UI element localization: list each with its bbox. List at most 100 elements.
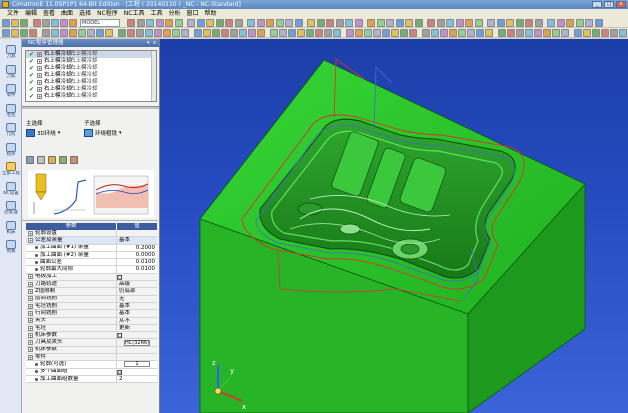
- parameter-value[interactable]: 高级: [116, 281, 157, 288]
- toolbar-button-icon[interactable]: [256, 19, 265, 27]
- toolbar-button-icon[interactable]: [165, 19, 173, 27]
- toolbar-button-icon[interactable]: [174, 19, 183, 27]
- parameter-row[interactable]: + 行间铣削 基本: [26, 310, 157, 318]
- parameter-row[interactable]: + 轮廓设置: [26, 230, 157, 238]
- expand-icon[interactable]: +: [28, 354, 33, 360]
- toolbar-button-icon[interactable]: [543, 29, 551, 37]
- toolbar-button-icon[interactable]: [575, 19, 584, 27]
- parameter-value[interactable]: 0.0100: [116, 259, 157, 266]
- expand-icon[interactable]: +: [28, 274, 33, 280]
- toolbar-button-icon[interactable]: [391, 29, 399, 37]
- toolbar-button-icon[interactable]: [230, 29, 238, 37]
- toolbar-button-icon[interactable]: [20, 29, 28, 37]
- toolbar-button-icon[interactable]: [583, 29, 591, 37]
- toolbar-button-icon[interactable]: [467, 29, 475, 37]
- strip-item-post[interactable]: 后处理: [2, 201, 20, 215]
- toolbar-button-icon[interactable]: [172, 29, 180, 37]
- toolbar-button-icon[interactable]: [105, 29, 113, 37]
- process-row[interactable]: ✔ + 右上模冷却 右上模冷却: [26, 93, 156, 100]
- toolbar-button-icon[interactable]: [20, 19, 28, 27]
- toolbar-button-icon[interactable]: [354, 19, 363, 27]
- checkbox[interactable]: ☑: [117, 369, 122, 375]
- toolbar-button-icon[interactable]: [507, 29, 515, 37]
- toolbar-button-icon[interactable]: [2, 19, 10, 27]
- process-row[interactable]: ✔ + 右上模冷却 右上模冷却: [26, 79, 156, 86]
- parameter-value[interactable]: ☐: [116, 332, 157, 339]
- strip-item-part[interactable]: 零件: [2, 84, 20, 98]
- toolbar-button-icon[interactable]: [498, 29, 506, 37]
- toolbar-button-icon[interactable]: [294, 19, 303, 27]
- toolbar-button-icon[interactable]: [51, 19, 59, 27]
- toolbar-button-icon[interactable]: [534, 29, 542, 37]
- strip-item-geometry[interactable]: 几何: [2, 123, 20, 137]
- toolbar-button-icon[interactable]: [386, 19, 394, 27]
- menu-item[interactable]: 文件: [4, 9, 22, 18]
- strip-item-nc-setup[interactable]: NC设置: [2, 181, 20, 196]
- parameter-row[interactable]: + 夹头 从不: [26, 317, 157, 325]
- strip-item-toolpath[interactable]: 刀轨: [2, 64, 20, 79]
- toolbar-button-icon[interactable]: [431, 29, 439, 37]
- toolbar-button-icon[interactable]: [400, 29, 408, 37]
- toolbar-button-icon[interactable]: [525, 19, 533, 27]
- value-field[interactable]: HC(32R6): [124, 339, 150, 346]
- toolbar-button-icon[interactable]: [257, 29, 265, 37]
- parameter-row[interactable]: 加工曲面组数量 2: [26, 375, 157, 384]
- toolbar-button-icon[interactable]: [525, 29, 533, 37]
- parameter-value[interactable]: 基本: [116, 302, 157, 310]
- toolbar-button-icon[interactable]: [355, 29, 363, 37]
- parameter-value[interactable]: 无: [116, 295, 157, 302]
- parameter-row[interactable]: 轮廓最大间隙 0.0100: [26, 266, 157, 274]
- folder-icon[interactable]: [48, 156, 56, 164]
- toolbar-button-icon[interactable]: [405, 19, 413, 27]
- toolbar-button-icon[interactable]: [127, 19, 135, 27]
- toolbar-button-icon[interactable]: [96, 29, 104, 37]
- process-row[interactable]: ✔ + 右上模冷却 右上模冷却: [26, 51, 156, 58]
- expand-icon[interactable]: +: [37, 80, 42, 85]
- expand-icon[interactable]: +: [28, 237, 33, 243]
- toolbar-button-icon[interactable]: [248, 29, 256, 37]
- parameter-row[interactable]: + 公差及余量 基本: [26, 237, 157, 245]
- toolbar-button-icon[interactable]: [215, 19, 224, 27]
- toolbar-button-icon[interactable]: [29, 29, 37, 37]
- expand-icon[interactable]: +: [37, 87, 42, 92]
- expand-icon[interactable]: +: [37, 59, 42, 64]
- parameter-row[interactable]: 轮廓(可选) 1: [26, 361, 157, 369]
- parameter-value[interactable]: HC(32R6): [116, 339, 157, 346]
- parameter-value[interactable]: [116, 354, 157, 361]
- maximize-button[interactable]: □: [604, 1, 614, 8]
- toolbar-button-icon[interactable]: [60, 19, 68, 27]
- filter-icon[interactable]: [59, 156, 67, 164]
- toolbar-button-icon[interactable]: [2, 29, 10, 37]
- expand-icon[interactable]: +: [28, 230, 33, 236]
- strip-item-all-proc[interactable]: 全部工程: [2, 162, 20, 176]
- toolbar-button-icon[interactable]: [212, 29, 220, 37]
- process-row[interactable]: ✔ + 右上模冷却 右上模冷却: [26, 65, 156, 72]
- process-row[interactable]: ✔ + 右上模冷却 右上模冷却: [26, 86, 156, 93]
- toolbar-button-icon[interactable]: [346, 29, 354, 37]
- sub-select-dropdown[interactable]: 环绕粗铣 ▾: [84, 128, 122, 137]
- toolbar-button-icon[interactable]: [285, 19, 293, 27]
- toolbar-button-icon[interactable]: [516, 29, 524, 37]
- parameter-value[interactable]: 从不: [116, 317, 157, 324]
- toolbar-button-icon[interactable]: [496, 19, 505, 27]
- menu-item[interactable]: 选择: [76, 9, 94, 18]
- strip-item-program[interactable]: 程序: [2, 142, 20, 157]
- toolbar-button-icon[interactable]: [594, 19, 603, 27]
- toolbar-button-icon[interactable]: [194, 29, 202, 37]
- toolbar-button-icon[interactable]: [409, 29, 417, 37]
- toolbar-button-icon[interactable]: [155, 19, 164, 27]
- menu-item[interactable]: 工具: [147, 9, 165, 18]
- toolbar-button-icon[interactable]: [118, 29, 126, 37]
- toolbar-button-icon[interactable]: [373, 29, 381, 37]
- toolbar-button-icon[interactable]: [315, 29, 323, 37]
- strip-item-machine[interactable]: 机床: [2, 220, 20, 235]
- panel-splitter[interactable]: [22, 106, 159, 109]
- toolbar-button-icon[interactable]: [196, 19, 205, 27]
- menu-item[interactable]: 编辑: [22, 9, 40, 18]
- parameter-value[interactable]: ☑: [116, 368, 157, 375]
- parameter-row[interactable]: + 毛坯 更新: [26, 324, 157, 333]
- toolbar-button-icon[interactable]: [455, 19, 464, 27]
- expand-icon[interactable]: +: [28, 325, 33, 331]
- toolbar-button-icon[interactable]: [326, 19, 334, 27]
- parameter-row[interactable]: + 机床参数: [26, 346, 157, 355]
